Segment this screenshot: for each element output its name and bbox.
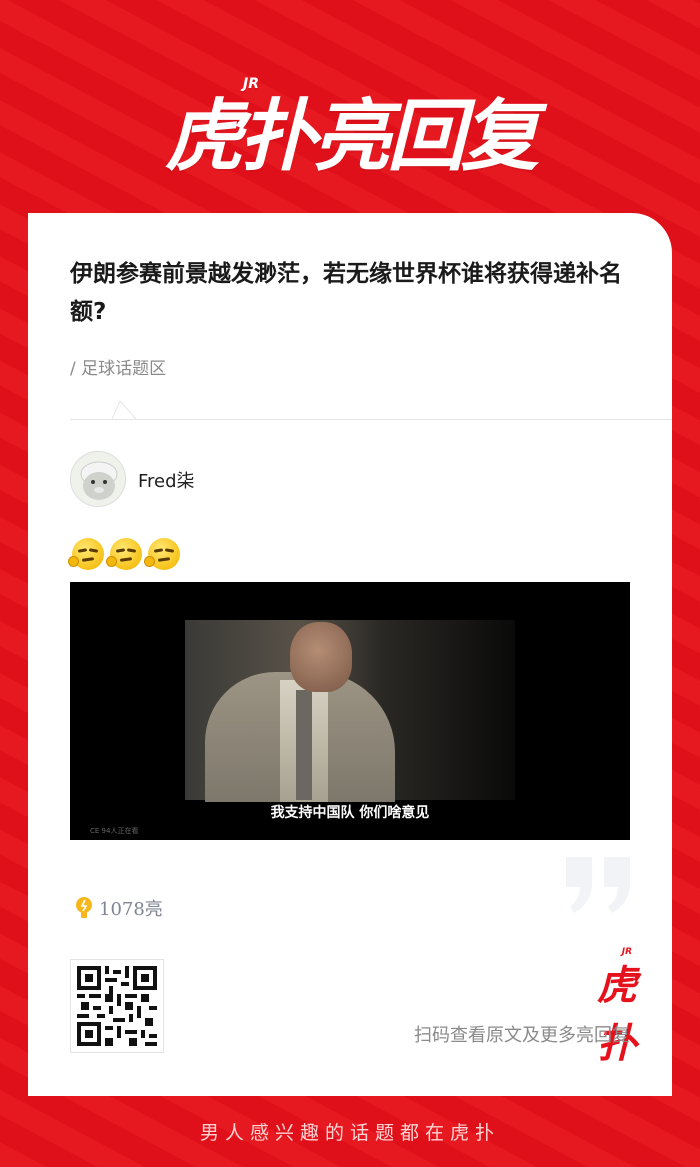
divider-notch [112,400,136,420]
video-watermark: CE 94人正在看 [90,827,139,835]
small-logo-text: 虎扑 [597,963,637,1067]
reply-video[interactable]: 我支持中国队 你们啥意见 CE 94人正在看 [70,582,630,840]
logo-text: 虎扑亮回复 [164,92,539,182]
reply-card: 伊朗参赛前景越发渺茫，若无缘世界杯谁将获得递补名额? / 足球话题区 Fred柒… [28,213,672,1096]
avatar-icon [71,452,125,506]
avatar[interactable] [70,451,126,507]
likes-count: 1078亮 [99,899,163,920]
qr-code[interactable] [70,959,164,1053]
small-logo-superscript: JR [621,947,632,957]
video-person-head [290,622,352,692]
footer-slogan: 男人感兴趣的话题都在虎扑 [199,1122,500,1144]
thinking-emoji-icon [106,538,142,570]
emoji-row [68,538,180,570]
thinking-emoji-icon [68,538,104,570]
video-subtitle: 我支持中国队 你们啥意见 [270,805,430,821]
post-title[interactable]: 伊朗参赛前景越发渺茫，若无缘世界杯谁将获得递补名额? [70,255,630,331]
video-person-tie [296,690,312,800]
username[interactable]: Fred柒 [138,467,195,493]
likes[interactable]: 1078亮 [75,895,163,921]
hupu-reply-logo: 虎扑亮回复 JR [164,74,539,186]
lightbulb-icon [76,897,92,918]
qr-code-icon [77,966,157,1046]
category-label[interactable]: / 足球话题区 [70,354,166,379]
thinking-emoji-icon [144,538,180,570]
quote-mark-icon [566,857,630,913]
logo-superscript: JR [242,76,259,92]
divider [70,419,672,420]
hupu-small-logo: 虎扑 JR [564,947,637,1067]
header: 虎扑亮回复 JR [0,70,700,190]
scan-instructions: 扫码查看原文及更多亮回复 [414,1025,630,1046]
